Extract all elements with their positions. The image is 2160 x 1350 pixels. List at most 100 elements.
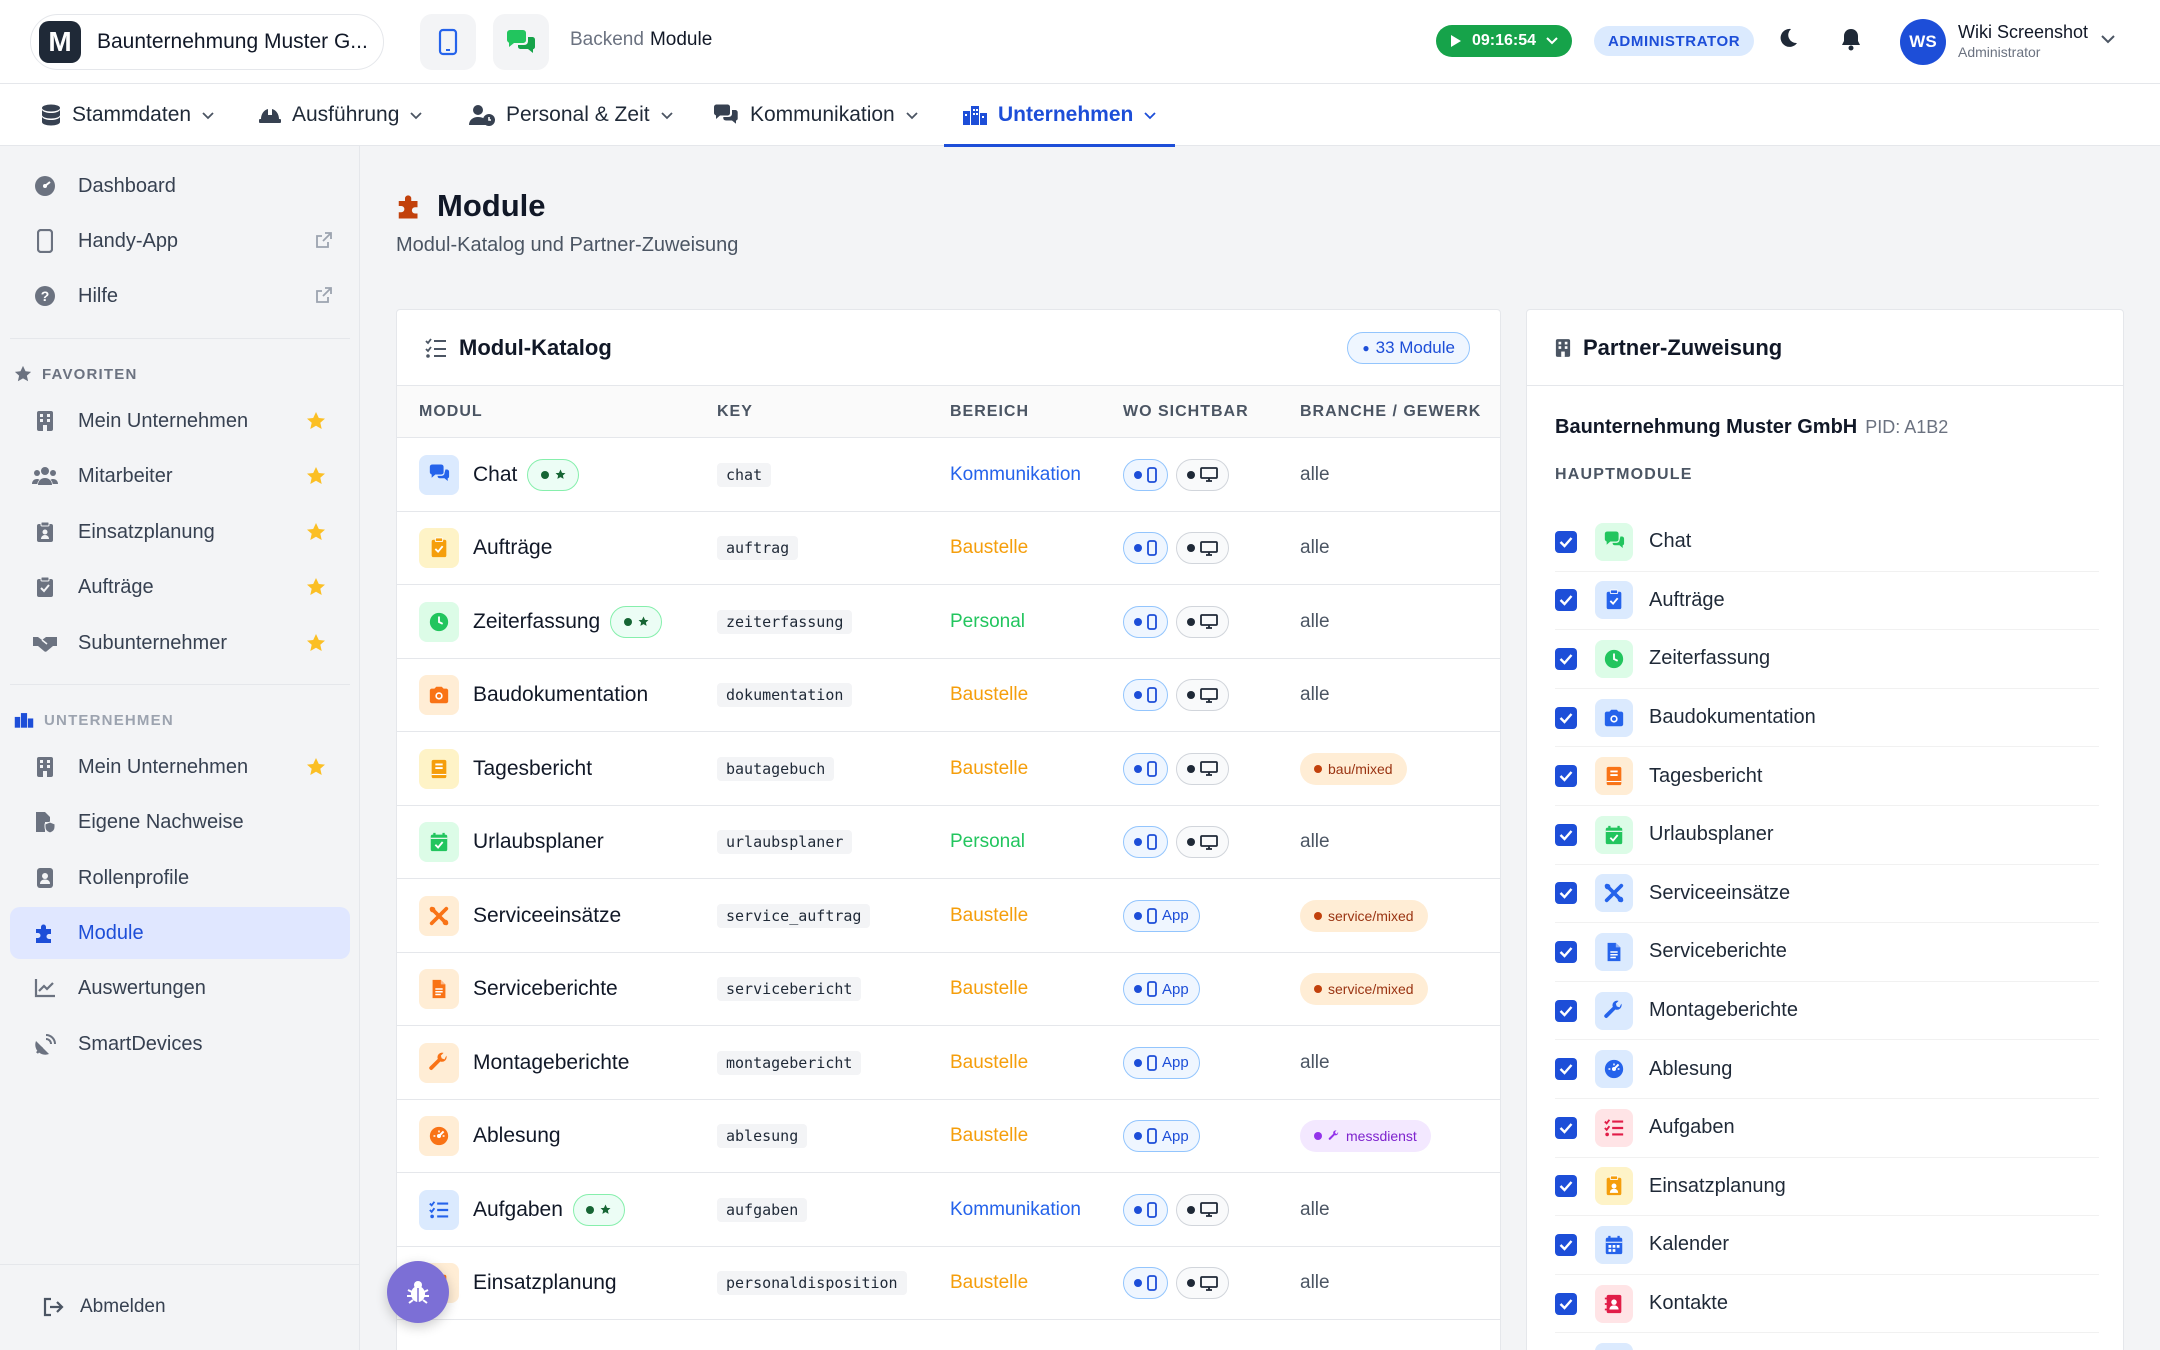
sidebar-item-handy-app[interactable]: Handy-App bbox=[10, 215, 350, 267]
partner-module-row[interactable]: Serviceeinsätze bbox=[1555, 865, 2099, 924]
column-header[interactable]: KEY bbox=[717, 403, 753, 421]
module-checkbox[interactable] bbox=[1555, 589, 1577, 612]
sidebar-item-eigene-nachweise[interactable]: Eigene Nachweise bbox=[10, 796, 350, 848]
nav-ausfuehrung[interactable]: Ausführung bbox=[258, 84, 423, 146]
visibility-app-badge bbox=[1123, 826, 1168, 858]
bug-report-button[interactable] bbox=[387, 1261, 449, 1323]
notifications-icon[interactable] bbox=[1840, 27, 1862, 51]
module-checkbox[interactable] bbox=[1555, 1058, 1577, 1081]
module-checkbox[interactable] bbox=[1555, 530, 1577, 553]
sidebar-item-label: Mitarbeiter bbox=[78, 464, 173, 487]
column-header[interactable]: MODUL bbox=[419, 403, 483, 421]
mobile-app-button[interactable] bbox=[420, 14, 476, 70]
chevron-down-icon[interactable] bbox=[2100, 34, 2116, 44]
star-icon[interactable] bbox=[306, 577, 326, 597]
favorite-badge bbox=[610, 605, 663, 638]
table-row[interactable]: Montageberichte montagebericht Baustelle… bbox=[397, 1026, 1500, 1100]
card-header: Partner-Zuweisung bbox=[1527, 310, 2123, 386]
user-name[interactable]: Wiki Screenshot bbox=[1958, 22, 2088, 43]
module-key: zeiterfassung bbox=[717, 609, 853, 634]
table-row[interactable]: Chat chat Kommunikation alle bbox=[397, 438, 1500, 512]
star-icon[interactable] bbox=[306, 466, 326, 486]
star-icon[interactable] bbox=[306, 633, 326, 653]
module-name: Zeiterfassung bbox=[1649, 647, 1771, 670]
nav-kommunikation[interactable]: Kommunikation bbox=[712, 84, 919, 146]
module-checkbox[interactable] bbox=[1555, 1175, 1577, 1198]
sidebar-item-rollenprofile[interactable]: Rollenprofile bbox=[10, 852, 350, 904]
module-checkbox[interactable] bbox=[1555, 647, 1577, 670]
time-tracking-timer[interactable]: 09:16:54 bbox=[1436, 25, 1573, 57]
module-checkbox[interactable] bbox=[1555, 999, 1577, 1022]
sidebar-item-mitarbeiter[interactable]: Mitarbeiter bbox=[10, 450, 350, 502]
partner-module-row[interactable]: Kontakte bbox=[1555, 1275, 2099, 1334]
breadcrumb-root[interactable]: Backend bbox=[570, 29, 644, 50]
partner-module-row[interactable]: Betriebsmittel bbox=[1555, 1333, 2099, 1350]
module-checkbox[interactable] bbox=[1555, 823, 1577, 846]
module-area: Baustelle bbox=[950, 904, 1029, 926]
partner-module-row[interactable]: Einsatzplanung bbox=[1555, 1158, 2099, 1217]
sidebar-item-smartdevices[interactable]: SmartDevices bbox=[10, 1018, 350, 1070]
nav-stammdaten[interactable]: Stammdaten bbox=[40, 84, 215, 146]
column-header[interactable]: WO SICHTBAR bbox=[1123, 403, 1249, 421]
star-icon[interactable] bbox=[306, 757, 326, 777]
table-row[interactable]: Zeiterfassung zeiterfassung Personal all… bbox=[397, 585, 1500, 659]
module-checkbox[interactable] bbox=[1555, 940, 1577, 963]
sidebar-item-einsatzplanung[interactable]: Einsatzplanung bbox=[10, 506, 350, 558]
desktop-icon bbox=[1200, 614, 1218, 629]
table-row[interactable]: Einsatzplanung personaldisposition Baust… bbox=[397, 1247, 1500, 1320]
table-row[interactable]: Baudokumentation dokumentation Baustelle… bbox=[397, 659, 1500, 732]
nav-personal-zeit[interactable]: Personal & Zeit bbox=[468, 84, 674, 146]
column-header[interactable]: BRANCHE / GEWERK bbox=[1300, 403, 1481, 421]
table-row[interactable]: Aufgaben aufgaben Kommunikation alle bbox=[397, 1173, 1500, 1247]
table-row[interactable]: Urlaubsplaner urlaubsplaner Personal all… bbox=[397, 806, 1500, 879]
id-badge-icon bbox=[32, 867, 58, 889]
company-switcher[interactable]: M Baunternehmung Muster G... bbox=[30, 14, 384, 70]
module-checkbox[interactable] bbox=[1555, 1292, 1577, 1315]
partner-module-row[interactable]: Zeiterfassung bbox=[1555, 630, 2099, 689]
logout-label: Abmelden bbox=[80, 1296, 166, 1317]
module-checkbox[interactable] bbox=[1555, 706, 1577, 729]
chat-button[interactable] bbox=[493, 14, 549, 70]
logout-button[interactable]: Abmelden bbox=[42, 1296, 166, 1318]
camera-icon bbox=[1595, 698, 1633, 737]
partner-module-row[interactable]: Chat bbox=[1555, 513, 2099, 572]
partner-module-row[interactable]: Kalender bbox=[1555, 1216, 2099, 1275]
table-row[interactable]: Serviceeinsätze service_auftrag Baustell… bbox=[397, 879, 1500, 953]
table-row[interactable]: Ablesung ablesung Baustelle App messdien… bbox=[397, 1100, 1500, 1173]
module-checkbox[interactable] bbox=[1555, 1116, 1577, 1139]
sidebar-item-hilfe[interactable]: ? Hilfe bbox=[10, 270, 350, 322]
module-name: Tagesbericht bbox=[1649, 764, 1763, 787]
partner-module-row[interactable]: Tagesbericht bbox=[1555, 747, 2099, 806]
partner-module-row[interactable]: Aufgaben bbox=[1555, 1099, 2099, 1158]
module-checkbox[interactable] bbox=[1555, 882, 1577, 905]
module-checkbox[interactable] bbox=[1555, 765, 1577, 788]
sidebar-item-module[interactable]: Module bbox=[10, 907, 350, 959]
table-row[interactable]: Aufträge auftrag Baustelle alle bbox=[397, 512, 1500, 585]
sidebar-item-auswertungen[interactable]: Auswertungen bbox=[10, 962, 350, 1014]
dark-mode-icon[interactable] bbox=[1777, 27, 1799, 49]
partner-module-row[interactable]: Ablesung bbox=[1555, 1040, 2099, 1099]
column-header[interactable]: BEREICH bbox=[950, 403, 1029, 421]
avatar[interactable]: WS bbox=[1900, 19, 1946, 65]
partner-module-row[interactable]: Montageberichte bbox=[1555, 982, 2099, 1041]
module-area: Personal bbox=[950, 610, 1025, 632]
module-checkbox[interactable] bbox=[1555, 1233, 1577, 1256]
module-name: Serviceberichte bbox=[473, 977, 618, 1000]
star-icon[interactable] bbox=[306, 522, 326, 542]
sidebar-item-subunternehmer[interactable]: Subunternehmer bbox=[10, 617, 350, 669]
phone-icon bbox=[1147, 1201, 1157, 1218]
star-icon[interactable] bbox=[306, 411, 326, 431]
partner-module-row[interactable]: Urlaubsplaner bbox=[1555, 806, 2099, 865]
table-row[interactable]: Tagesbericht bautagebuch Baustelle bau/m… bbox=[397, 732, 1500, 806]
nav-unternehmen[interactable]: Unternehmen bbox=[944, 84, 1176, 147]
table-row[interactable]: Serviceberichte servicebericht Baustelle… bbox=[397, 953, 1500, 1026]
sidebar-item-mein-unternehmen-2[interactable]: Mein Unternehmen bbox=[10, 741, 350, 793]
partner-module-row[interactable]: Serviceberichte bbox=[1555, 923, 2099, 982]
sidebar-item-auftraege[interactable]: Aufträge bbox=[10, 561, 350, 613]
module-key: service_auftrag bbox=[717, 903, 871, 928]
sidebar-item-dashboard[interactable]: Dashboard bbox=[10, 160, 350, 212]
puzzle-icon bbox=[32, 921, 58, 945]
partner-module-row[interactable]: Aufträge bbox=[1555, 572, 2099, 631]
sidebar-item-mein-unternehmen[interactable]: Mein Unternehmen bbox=[10, 395, 350, 447]
partner-module-row[interactable]: Baudokumentation bbox=[1555, 689, 2099, 748]
